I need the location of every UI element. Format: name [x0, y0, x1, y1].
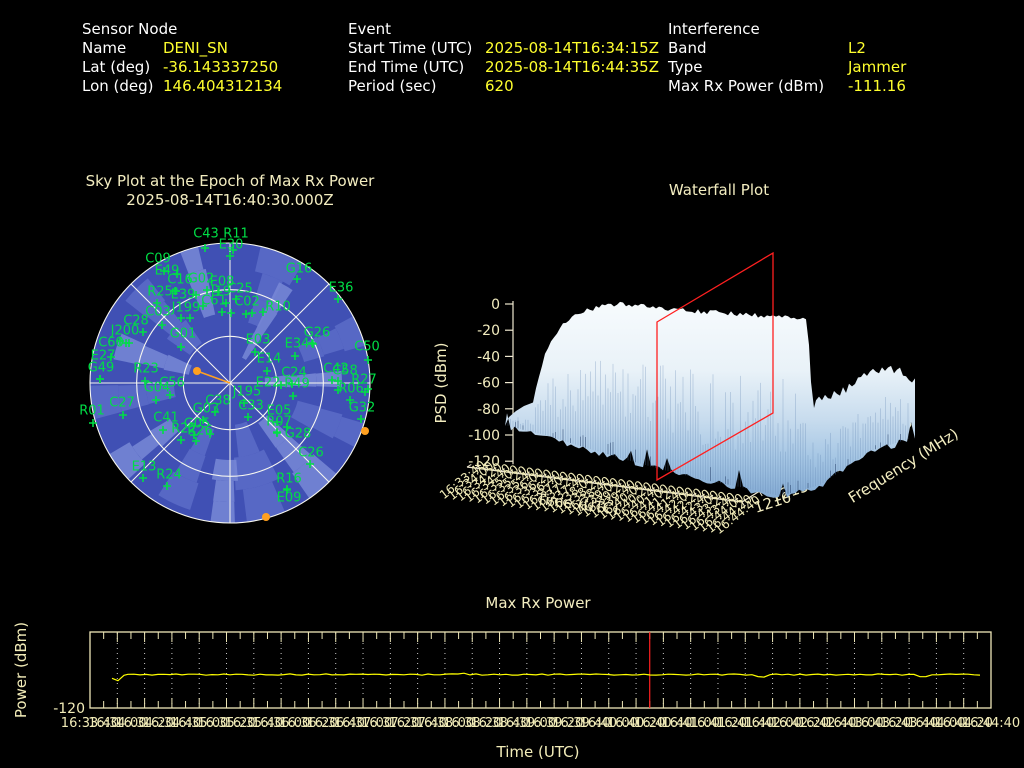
- satellite-label: E09: [277, 491, 302, 506]
- satellite-label: R01: [79, 404, 105, 419]
- event-start-label: Start Time (UTC): [348, 39, 473, 57]
- satellite-label: R26: [187, 424, 213, 439]
- psd-tick-label: 0: [491, 297, 500, 313]
- sky-plot-canvas: C43 R11E30C09G16E36E49C16G02E08C25R25E39 J…: [79, 227, 380, 524]
- event-period-label: Period (sec): [348, 77, 437, 95]
- satellite-label: E30: [219, 238, 244, 253]
- satellite-label: E03: [246, 333, 271, 348]
- interference-power-label: Max Rx Power (dBm): [668, 77, 825, 95]
- sensor-lon-value: 146.404312134: [163, 77, 283, 95]
- sky-heat-wedge: [211, 458, 238, 481]
- satellite-label: R16: [276, 472, 302, 487]
- sky-plot: C43 R11E30C09G16E36E49C16G02E08C25R25E39 J…: [79, 227, 380, 524]
- power-time-tick-label: 16:44:40: [962, 716, 1020, 731]
- power-y-tick-label: -120: [53, 701, 85, 717]
- satellite-label: R23: [133, 362, 159, 377]
- satellite-label: G49: [88, 361, 115, 376]
- power-y-axis-title: Power (dBm): [12, 622, 30, 718]
- waterfall-plot: 0-20-40-60-80-100-120PSD (dBm)1210121512…: [432, 251, 962, 537]
- skyplot-subtitle: 2025-08-14T16:40:30.000Z: [126, 191, 334, 209]
- interference-point: [361, 427, 369, 435]
- satellite-label: G01: [170, 327, 197, 342]
- event-period-value: 620: [485, 77, 514, 95]
- satellite-label: R06: [338, 382, 364, 397]
- satellite-label: C33: [238, 399, 264, 414]
- sky-heat-wedge: [213, 480, 235, 502]
- satellite-label: G26: [304, 326, 331, 341]
- max-rx-power-trace: [111, 672, 981, 682]
- satellite-label: C61: [201, 294, 227, 309]
- header: Sensor Node Name DENI_SN Lat (deg) -36.1…: [0, 0, 1024, 110]
- satellite-label: J195: [232, 385, 262, 400]
- interference-type-value: Jammer: [848, 58, 907, 76]
- satellite-label: J199: [171, 301, 201, 316]
- event-end-value: 2025-08-14T16:44:35Z: [485, 58, 659, 76]
- psd-tick-label: -20: [477, 323, 500, 339]
- psd-tick-label: -60: [477, 376, 500, 392]
- psd-axis-title: PSD (dBm): [432, 342, 450, 423]
- event-start-value: 2025-08-14T16:34:15Z: [485, 39, 659, 57]
- interference-point: [193, 367, 201, 375]
- interference-title: Interference: [668, 20, 760, 38]
- power-plot-frame: [89, 631, 992, 709]
- sensor-lat-value: -36.143337250: [163, 58, 279, 76]
- satellite-label: G04: [144, 381, 171, 396]
- interference-power-value: -111.16: [848, 77, 906, 95]
- satellite-label: G03: [193, 402, 220, 417]
- sky-heat-wedge: [210, 500, 235, 523]
- psd-tick-label: -80: [477, 402, 500, 418]
- waterfall-plot-canvas: 0-20-40-60-80-100-120PSD (dBm)1210121512…: [432, 251, 962, 537]
- sensor-lat-label: Lat (deg): [82, 58, 151, 76]
- satellite-label: R10: [265, 300, 291, 315]
- satellite-label: G32: [349, 401, 376, 416]
- power-x-axis-title: Time (UTC): [496, 743, 580, 761]
- satellite-label: C03: [145, 305, 171, 320]
- skyplot-title: Sky Plot at the Epoch of Max Rx Power: [85, 172, 375, 190]
- sensor-name-label: Name: [82, 39, 127, 57]
- satellite-label: E13: [132, 460, 157, 475]
- interference-point: [262, 513, 270, 521]
- satellite-label: C02: [234, 295, 260, 310]
- satellite-label: R25: [147, 285, 173, 300]
- sensor-lon-label: Lon (deg): [82, 77, 154, 95]
- psd-tick-label: -40: [477, 349, 500, 365]
- satellite-label: R49: [284, 377, 310, 392]
- power-plot-canvas: -120Power (dBm)Time (UTC)16:33:4016:34:0…: [12, 622, 1020, 761]
- power-plot: -120Power (dBm)Time (UTC)16:33:4016:34:0…: [12, 622, 1020, 761]
- interference-type-label: Type: [668, 58, 703, 76]
- satellite-label: E36: [329, 281, 354, 296]
- satellite-label: C27: [109, 396, 135, 411]
- event-title: Event: [348, 20, 391, 38]
- interference-band-value: L2: [848, 39, 866, 57]
- interference-band-label: Band: [668, 39, 707, 57]
- satellite-label: R24: [156, 468, 182, 483]
- satellite-label: C43: [193, 227, 219, 242]
- satellite-label: G28: [285, 427, 312, 442]
- satellite-label: E14: [257, 352, 282, 367]
- satellite-label: C50: [354, 340, 380, 355]
- satellite-label: G16: [286, 262, 313, 277]
- sensor-name-value: DENI_SN: [163, 39, 228, 57]
- psd-tick-label: -100: [468, 428, 500, 444]
- sensor-node-title: Sensor Node: [82, 20, 178, 38]
- gnss-interference-dashboard: { "header": { "sensor": { "title": "Sens…: [0, 0, 1024, 768]
- satellite-label: C26: [298, 446, 324, 461]
- event-end-label: End Time (UTC): [348, 58, 465, 76]
